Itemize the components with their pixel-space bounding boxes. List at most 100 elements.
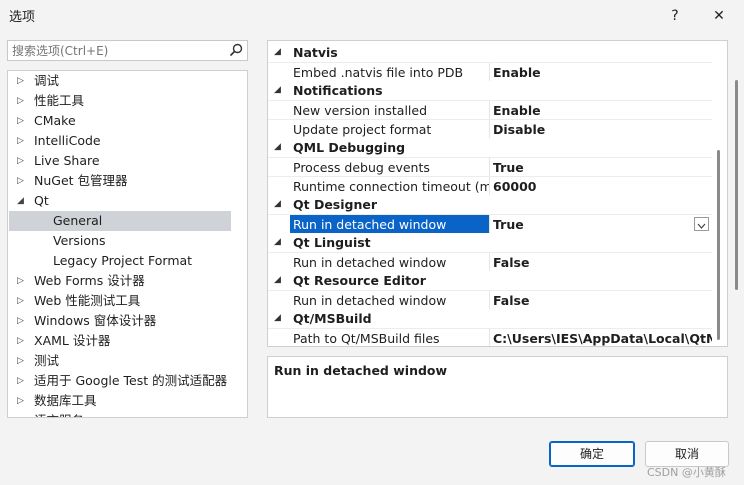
column-divider[interactable] (489, 158, 490, 177)
value-dropdown-button[interactable] (694, 217, 709, 231)
search-input[interactable] (12, 42, 227, 59)
category-row[interactable]: ◢ QML Debugging (268, 138, 712, 157)
column-divider[interactable] (489, 63, 490, 82)
collapsed-arrow-icon[interactable]: ▷ (17, 331, 27, 351)
collapsed-arrow-icon[interactable]: ▷ (17, 71, 27, 91)
collapsed-arrow-icon[interactable]: ▷ (17, 151, 27, 171)
tree-item[interactable]: ▷ CMake (9, 111, 231, 131)
tree-item[interactable]: ▷ 语言服务 (9, 411, 231, 417)
collapsed-arrow-icon[interactable]: ▷ (17, 131, 27, 151)
property-value[interactable]: False (493, 291, 712, 310)
collapse-arrow-icon[interactable]: ◢ (274, 309, 286, 328)
property-row[interactable]: Run in detached window False (268, 252, 712, 272)
column-divider[interactable] (489, 120, 490, 139)
column-divider[interactable] (489, 253, 490, 272)
search-icon[interactable] (229, 43, 243, 57)
category-label: Qt Resource Editor (293, 273, 426, 288)
collapse-arrow-icon[interactable]: ◢ (274, 81, 286, 100)
tree-item[interactable]: ▷ NuGet 包管理器 (9, 171, 231, 191)
tree-item-label: 测试 (34, 353, 60, 368)
description-title: Run in detached window (274, 363, 448, 378)
search-box[interactable] (7, 40, 248, 61)
property-value[interactable]: Disable (493, 120, 712, 139)
ok-button[interactable]: 确定 (549, 441, 635, 467)
category-label: Qt Designer (293, 197, 378, 212)
collapsed-arrow-icon[interactable]: ▷ (17, 111, 27, 131)
category-row[interactable]: ◢ Qt Designer (268, 195, 712, 214)
column-divider[interactable] (489, 291, 490, 310)
column-divider[interactable] (489, 329, 490, 346)
tree-item-label: IntelliCode (34, 133, 101, 148)
property-row[interactable]: Embed .natvis file into PDB Enable (268, 62, 712, 82)
collapsed-arrow-icon[interactable]: ▷ (17, 91, 27, 111)
property-row[interactable]: Run in detached window True (268, 214, 712, 234)
property-row[interactable]: New version installed Enable (268, 100, 712, 120)
collapse-arrow-icon[interactable]: ◢ (274, 138, 286, 157)
property-name: Runtime connection timeout (mse (293, 179, 489, 194)
tree-scrollbar[interactable] (735, 80, 738, 290)
property-value[interactable]: Enable (493, 101, 712, 120)
collapse-arrow-icon[interactable]: ◢ (274, 43, 286, 62)
description-panel: Run in detached window (267, 356, 728, 418)
tree-item[interactable]: General (9, 211, 231, 231)
collapsed-arrow-icon[interactable]: ▷ (17, 171, 27, 191)
property-row[interactable]: Runtime connection timeout (mse 60000 (268, 176, 712, 196)
tree-item[interactable]: ▷ Web 性能测试工具 (9, 291, 231, 311)
property-value[interactable]: Enable (493, 63, 712, 82)
tree-item[interactable]: Versions (9, 231, 231, 251)
collapse-arrow-icon[interactable]: ◢ (274, 233, 286, 252)
collapse-arrow-icon[interactable]: ◢ (274, 271, 286, 290)
tree-item-label: Versions (53, 233, 106, 248)
expanded-arrow-icon[interactable]: ◢ (17, 191, 27, 211)
collapse-arrow-icon[interactable]: ◢ (274, 195, 286, 214)
close-button[interactable]: ✕ (704, 4, 734, 28)
property-name: New version installed (293, 103, 428, 118)
tree-item[interactable]: ▷ IntelliCode (9, 131, 231, 151)
collapsed-arrow-icon[interactable]: ▷ (17, 311, 27, 331)
tree-item[interactable]: ▷ 适用于 Google Test 的测试适配器 (9, 371, 231, 391)
collapsed-arrow-icon[interactable]: ▷ (17, 271, 27, 291)
tree-item-label: CMake (34, 113, 76, 128)
collapsed-arrow-icon[interactable]: ▷ (17, 391, 27, 411)
tree-item[interactable]: ▷ Live Share (9, 151, 231, 171)
property-row[interactable]: Process debug events True (268, 157, 712, 177)
category-label: Qt/MSBuild (293, 311, 372, 326)
property-value[interactable]: 60000 (493, 177, 712, 196)
grid-scrollbar[interactable] (717, 150, 720, 340)
collapsed-arrow-icon[interactable]: ▷ (17, 371, 27, 391)
tree-item[interactable]: ▷ 数据库工具 (9, 391, 231, 411)
column-divider[interactable] (489, 215, 490, 234)
category-row[interactable]: ◢ Notifications (268, 81, 712, 100)
category-row[interactable]: ◢ Qt Linguist (268, 233, 712, 252)
tree-item-label: General (53, 213, 103, 228)
column-divider[interactable] (489, 101, 490, 120)
tree-item[interactable]: ▷ 测试 (9, 351, 231, 371)
property-name: Run in detached window (293, 293, 447, 308)
property-row[interactable]: Path to Qt/MSBuild files C:\Users\IES\App… (268, 328, 712, 346)
property-value[interactable]: False (493, 253, 712, 272)
tree-item[interactable]: Legacy Project Format (9, 251, 231, 271)
tree-item[interactable]: ▷ 调试 (9, 71, 231, 91)
property-row[interactable]: Run in detached window False (268, 290, 712, 310)
tree-item[interactable]: ◢ Qt (9, 191, 231, 211)
collapsed-arrow-icon[interactable]: ▷ (17, 411, 27, 417)
help-button[interactable]: ? (660, 4, 690, 28)
category-row[interactable]: ◢ Qt/MSBuild (268, 309, 712, 328)
tree-item-label: 适用于 Google Test 的测试适配器 (34, 373, 228, 388)
property-grid[interactable]: ◢ Natvis Embed .natvis file into PDB Enable… (267, 40, 728, 347)
options-tree[interactable]: ▷ 调试 ▷ 性能工具 ▷ CMake ▷ IntelliCode ▷ Live Share ▷ Nu… (7, 70, 248, 418)
tree-item[interactable]: ▷ Windows 窗体设计器 (9, 311, 231, 331)
collapsed-arrow-icon[interactable]: ▷ (17, 351, 27, 371)
property-value[interactable]: True (493, 215, 712, 234)
category-row[interactable]: ◢ Natvis (268, 43, 712, 62)
column-divider[interactable] (489, 177, 490, 196)
property-value[interactable]: True (493, 158, 712, 177)
property-row[interactable]: Update project format Disable (268, 119, 712, 139)
tree-item[interactable]: ▷ 性能工具 (9, 91, 231, 111)
tree-item[interactable]: ▷ XAML 设计器 (9, 331, 231, 351)
collapsed-arrow-icon[interactable]: ▷ (17, 291, 27, 311)
tree-item[interactable]: ▷ Web Forms 设计器 (9, 271, 231, 291)
category-label: Natvis (293, 45, 338, 60)
property-value[interactable]: C:\Users\IES\AppData\Local\QtMsBuild (493, 329, 712, 346)
category-row[interactable]: ◢ Qt Resource Editor (268, 271, 712, 290)
